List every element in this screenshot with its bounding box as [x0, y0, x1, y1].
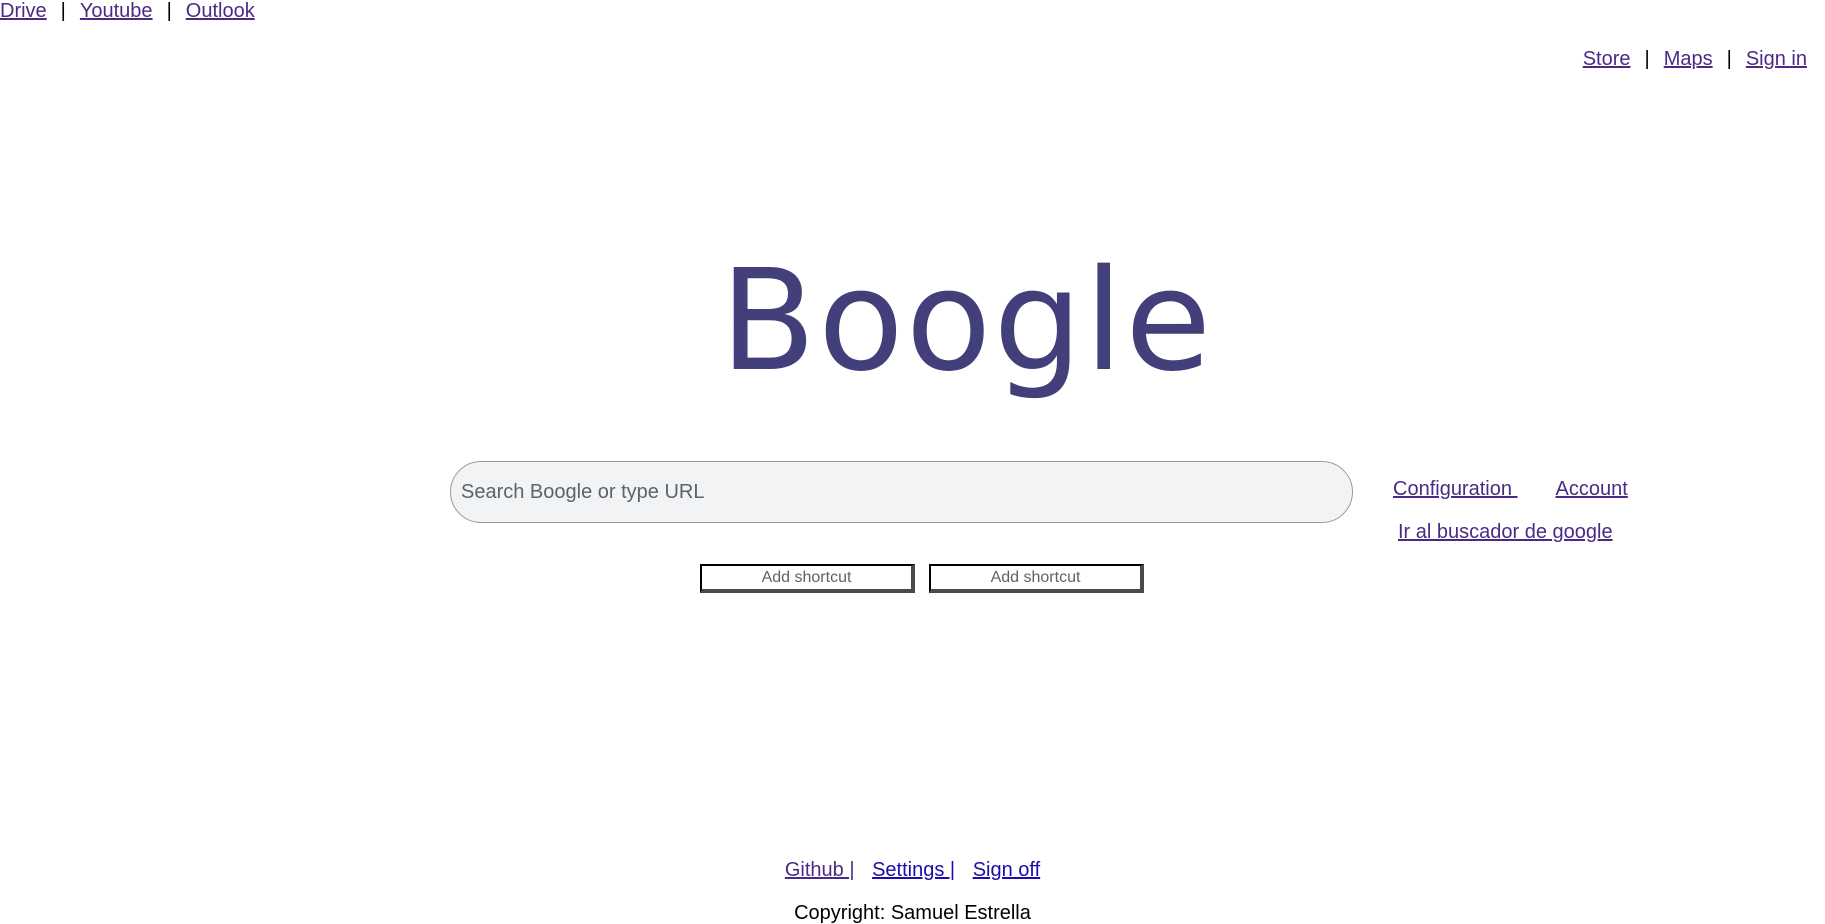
nav-separator: |: [1726, 48, 1732, 70]
footer-links: Github | Settings | Sign off: [0, 859, 1825, 881]
sign-in-link[interactable]: Sign in: [1746, 48, 1807, 70]
youtube-link[interactable]: Youtube: [80, 0, 153, 22]
github-link[interactable]: Github |: [785, 859, 855, 881]
add-shortcut-button[interactable]: Add shortcut: [929, 564, 1144, 593]
top-right-nav: Store | Maps | Sign in: [1583, 48, 1807, 70]
side-links: Configuration Account Ir al buscador de …: [1393, 478, 1628, 543]
account-link[interactable]: Account: [1556, 478, 1628, 500]
configuration-link[interactable]: Configuration: [1393, 478, 1518, 500]
boogle-logo: Boogle: [720, 240, 1214, 403]
add-shortcut-button[interactable]: Add shortcut: [700, 564, 915, 593]
copyright-text: Copyright: Samuel Estrella: [794, 902, 1031, 924]
settings-link[interactable]: Settings |: [872, 859, 955, 881]
store-link[interactable]: Store: [1583, 48, 1631, 70]
shortcuts: Add shortcut Add shortcut: [700, 564, 1158, 593]
nav-separator: |: [60, 0, 66, 22]
side-links-row: Ir al buscador de google: [1393, 521, 1628, 543]
drive-link[interactable]: Drive: [0, 0, 47, 22]
top-left-nav: Drive | Youtube | Outlook: [0, 0, 255, 22]
google-search-link[interactable]: Ir al buscador de google: [1398, 521, 1613, 543]
search-input[interactable]: [450, 461, 1353, 523]
side-links-row: Configuration Account: [1393, 478, 1628, 500]
sign-off-link[interactable]: Sign off: [973, 859, 1040, 881]
nav-separator: |: [166, 0, 172, 22]
maps-link[interactable]: Maps: [1664, 48, 1713, 70]
outlook-link[interactable]: Outlook: [186, 0, 255, 22]
nav-separator: |: [1644, 48, 1650, 70]
